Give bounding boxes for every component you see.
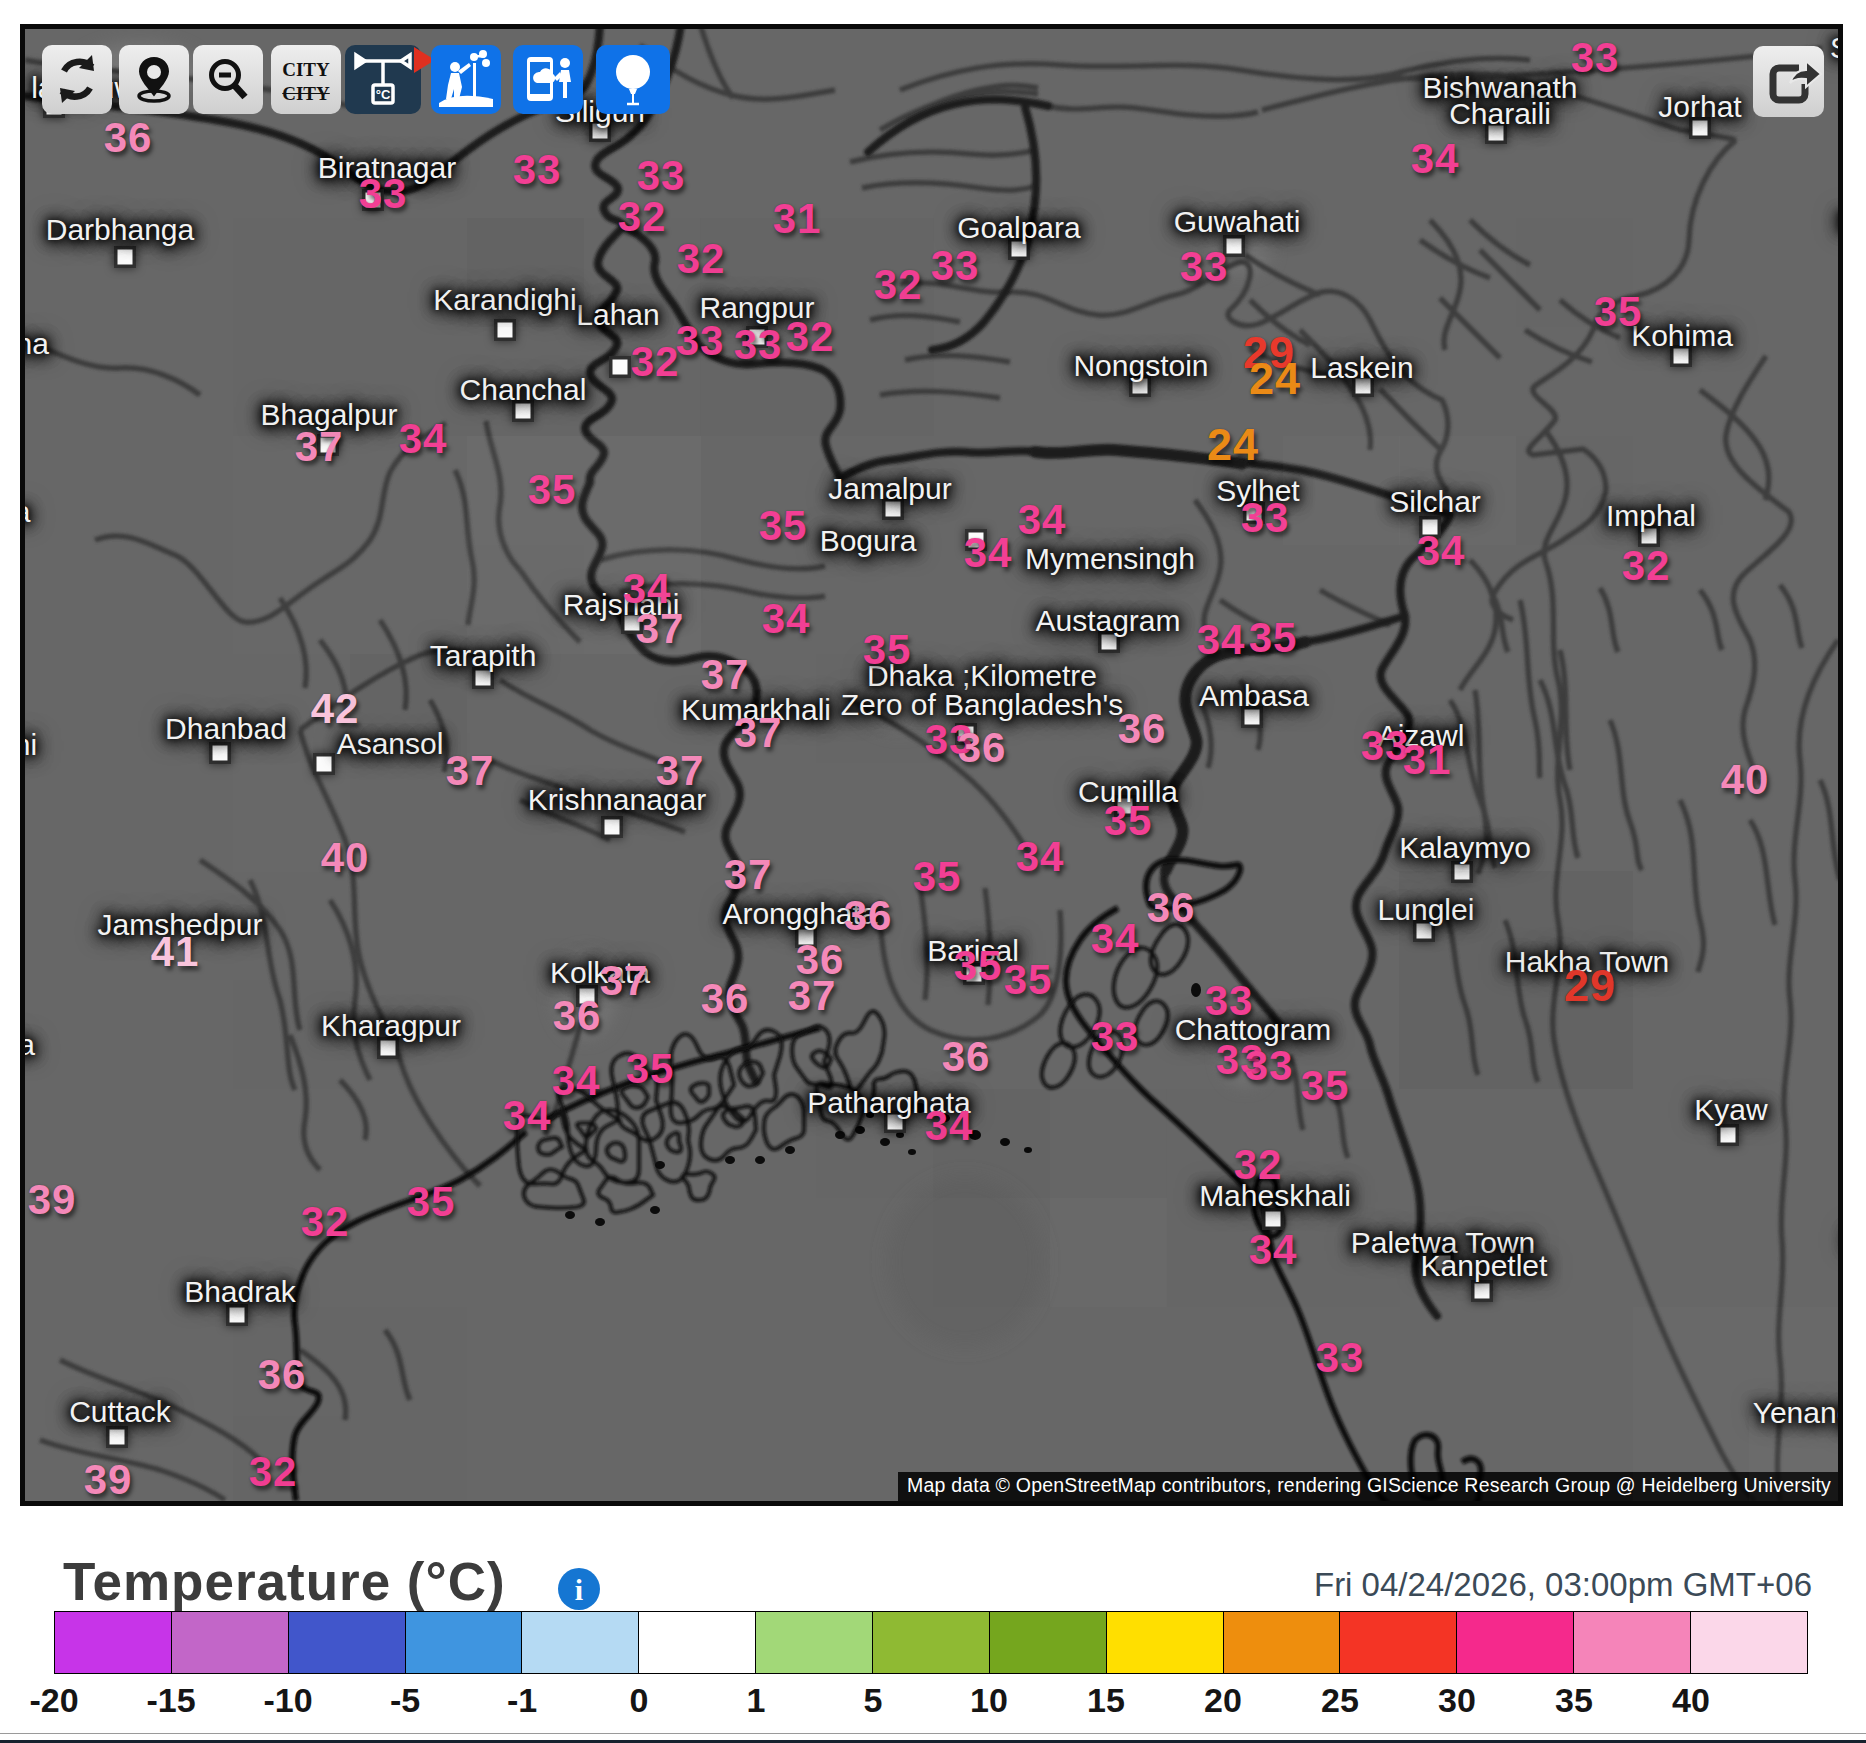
svg-text:i: i	[575, 1573, 583, 1606]
svg-text:°C: °C	[376, 87, 391, 102]
